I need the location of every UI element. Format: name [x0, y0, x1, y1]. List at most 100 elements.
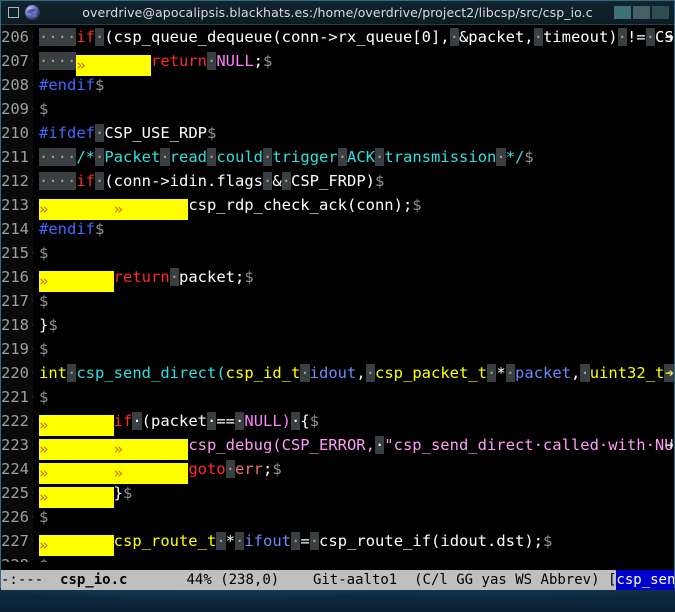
- space-whitespace-marker: ·: [617, 28, 627, 46]
- space-whitespace-marker: ·: [95, 124, 105, 142]
- code-line[interactable]: 221·$: [1, 385, 674, 409]
- code-line[interactable]: 224·» » goto·err;$: [1, 457, 674, 484]
- maximize-button[interactable]: [633, 6, 650, 19]
- space-whitespace-marker: ·: [207, 412, 217, 430]
- code-token: read: [169, 148, 208, 166]
- space-whitespace-marker: ·: [235, 412, 245, 430]
- space-whitespace-marker: ·: [291, 412, 301, 430]
- code-token: #endif: [39, 220, 95, 238]
- line-number: 225·: [1, 481, 38, 505]
- code-token: NULL): [244, 412, 292, 430]
- line-number: 219·: [1, 337, 38, 361]
- modeline-buffer-name[interactable]: csp_io.c: [60, 570, 127, 590]
- code-line[interactable]: 206·····if·(csp_queue_dequeue(conn->rx_q…: [1, 25, 674, 49]
- line-continuation-arrow-icon: ➔: [665, 436, 674, 454]
- space-whitespace-marker: ·: [645, 28, 655, 46]
- modeline-modes[interactable]: (C/l GG yas WS Abbrev): [414, 570, 599, 590]
- code-token: $: [95, 76, 105, 94]
- line-number: 214·: [1, 217, 38, 241]
- code-token: &: [272, 172, 282, 190]
- code-token: $: [123, 484, 133, 502]
- code-token: *: [225, 532, 235, 550]
- space-whitespace-marker: ·: [291, 532, 301, 550]
- modeline-which-function[interactable]: csp_send_d: [616, 570, 674, 590]
- modeline-vc-branch[interactable]: Git-aalto1: [313, 570, 397, 590]
- space-whitespace-marker: ·: [374, 436, 385, 454]
- line-number: 210·: [1, 121, 38, 145]
- code-token: uint32_t: [589, 364, 665, 382]
- modeline-gap6: [600, 570, 608, 590]
- code-token: CSP_USE_RDP: [104, 124, 207, 142]
- code-token: ;: [253, 52, 263, 70]
- space-whitespace-marker: ·: [300, 364, 310, 382]
- titlebar-left-icons: [1, 5, 40, 20]
- code-line[interactable]: 222·» if·(packet·==·NULL)·{$: [1, 409, 674, 436]
- window-title: overdrive@apocalipsis.blackhats.es:/home…: [82, 5, 593, 20]
- space-whitespace-marker: ·: [262, 172, 273, 190]
- window-titlebar[interactable]: overdrive@apocalipsis.blackhats.es:/home…: [1, 1, 674, 25]
- emacs-frame[interactable]: 206·····if·(csp_queue_dequeue(conn->rx_q…: [1, 25, 674, 590]
- code-line[interactable]: 215·$: [1, 241, 674, 265]
- code-line[interactable]: 208·#endif$: [1, 73, 674, 97]
- line-number: 206·: [1, 25, 38, 49]
- code-line[interactable]: 211·····/*·Packet·read·could·trigger·ACK…: [1, 145, 674, 169]
- code-token: ;: [262, 460, 273, 478]
- code-line[interactable]: 209·$: [1, 97, 674, 121]
- code-token: ,: [571, 364, 581, 382]
- code-token: if: [76, 28, 95, 46]
- line-number: 211·: [1, 145, 38, 169]
- code-token: ==: [216, 412, 236, 430]
- space-whitespace-marker: ·: [496, 148, 506, 166]
- space-whitespace-marker: ·: [580, 364, 590, 382]
- code-line[interactable]: 226·$: [1, 505, 674, 529]
- code-line[interactable]: 213·» » csp_rdp_check_ack(conn);$: [1, 193, 674, 220]
- code-token: Packet: [104, 148, 161, 166]
- code-line[interactable]: 207·····» return·NULL;$: [1, 49, 674, 76]
- code-line[interactable]: 228·$: [1, 553, 674, 562]
- modeline-gap3: [212, 570, 220, 590]
- code-token: "csp_send_direct·called·with·NULL·packet: [384, 436, 674, 454]
- globe-icon[interactable]: [25, 5, 40, 20]
- modeline-gap4: [279, 570, 313, 590]
- space-whitespace-marker: ·: [67, 364, 77, 382]
- code-token: &packet,: [458, 28, 534, 46]
- line-number: 207·: [1, 49, 38, 73]
- code-line[interactable]: 217·$: [1, 289, 674, 313]
- space-whitespace-marker: ·: [487, 364, 497, 382]
- code-token: !=: [626, 28, 646, 46]
- modeline-status: -:---: [1, 572, 44, 588]
- code-token: packet: [515, 364, 572, 382]
- code-line[interactable]: 225·» }$: [1, 481, 674, 508]
- code-token: $: [39, 508, 49, 526]
- modeline-gap1: [43, 570, 60, 590]
- code-line[interactable]: 219·$: [1, 337, 674, 361]
- minimize-button[interactable]: [614, 6, 631, 19]
- space-whitespace-marker: ·: [263, 148, 273, 166]
- code-token: $: [543, 532, 553, 550]
- code-token: $: [524, 148, 534, 166]
- code-line[interactable]: 220·int·csp_send_direct(csp_id_t·idout,·…: [1, 361, 674, 385]
- code-token: timeout): [542, 28, 618, 46]
- square-icon[interactable]: [8, 7, 19, 18]
- code-line[interactable]: 212·····if·(conn->idin.flags·&·CSP_FRDP)…: [1, 169, 674, 193]
- code-token: /*: [76, 148, 95, 166]
- code-line[interactable]: 218·}$: [1, 313, 674, 337]
- space-whitespace-marker: ·: [132, 412, 142, 430]
- line-continuation-arrow-icon: ➔: [665, 364, 674, 382]
- code-buffer[interactable]: 206·····if·(csp_queue_dequeue(conn->rx_q…: [1, 25, 674, 562]
- close-button[interactable]: [652, 6, 669, 19]
- code-line[interactable]: 210·#ifdef·CSP_USE_RDP$: [1, 121, 674, 145]
- code-token: (conn->idin.flags: [104, 172, 263, 190]
- code-token: *: [496, 364, 506, 382]
- modeline-bracket: [: [607, 572, 617, 588]
- code-token: csp_packet_t: [375, 364, 487, 382]
- code-line[interactable]: 223·» » csp_debug(CSP_ERROR,·"csp_send_d…: [1, 433, 674, 460]
- space-whitespace-marker: ·: [206, 52, 217, 70]
- line-number: 208·: [1, 73, 38, 97]
- space-whitespace-marker: ·: [505, 364, 516, 382]
- code-line[interactable]: 214·#endif$: [1, 217, 674, 241]
- code-token: ACK: [347, 148, 376, 166]
- code-line[interactable]: 216·» return·packet;$: [1, 265, 674, 292]
- space-whitespace-marker: ·: [95, 172, 105, 190]
- code-line[interactable]: 227·» csp_route_t·*·ifout·=·csp_route_if…: [1, 529, 674, 556]
